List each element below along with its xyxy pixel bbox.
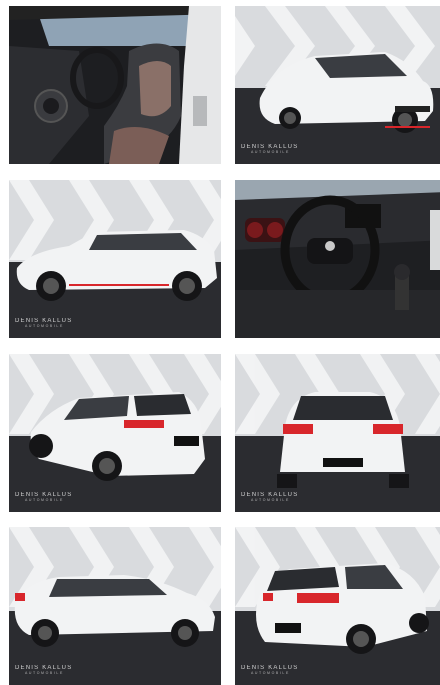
gallery-photo-rear[interactable]: DENIS KALLUS AUTOMOBILE [235,354,440,512]
gallery-photo-rear-three-quarter-left[interactable]: DENIS KALLUS AUTOMOBILE [9,354,221,512]
gallery-photo-rear-three-quarter-right[interactable]: DENIS KALLUS AUTOMOBILE [235,527,440,685]
car-exterior-photo [9,180,221,338]
watermark-logo: DENIS KALLUS AUTOMOBILE [15,491,73,502]
watermark-logo: DENIS KALLUS AUTOMOBILE [241,143,299,154]
car-exterior-photo [9,527,221,685]
gallery-photo-front-three-quarter[interactable]: DENIS KALLUS AUTOMOBILE [235,6,440,164]
watermark-logo: DENIS KALLUS AUTOMOBILE [241,664,299,675]
gallery-photo-interior-seats[interactable] [9,6,221,164]
gallery-photo-dashboard-steering[interactable] [235,180,440,338]
watermark-logo: DENIS KALLUS AUTOMOBILE [15,317,73,328]
car-exterior-photo [235,6,440,164]
car-exterior-photo [235,354,440,512]
car-interior-photo [235,180,440,338]
car-interior-photo [9,6,221,164]
watermark-logo: DENIS KALLUS AUTOMOBILE [15,664,73,675]
car-exterior-photo [9,354,221,512]
watermark-logo: DENIS KALLUS AUTOMOBILE [241,491,299,502]
gallery-photo-side-left[interactable]: DENIS KALLUS AUTOMOBILE [9,180,221,338]
car-exterior-photo [235,527,440,685]
photo-gallery: DENIS KALLUS AUTOMOBILE DENIS KALLUS AUTOM… [0,0,440,685]
gallery-photo-side-left-low[interactable]: DENIS KALLUS AUTOMOBILE [9,527,221,685]
